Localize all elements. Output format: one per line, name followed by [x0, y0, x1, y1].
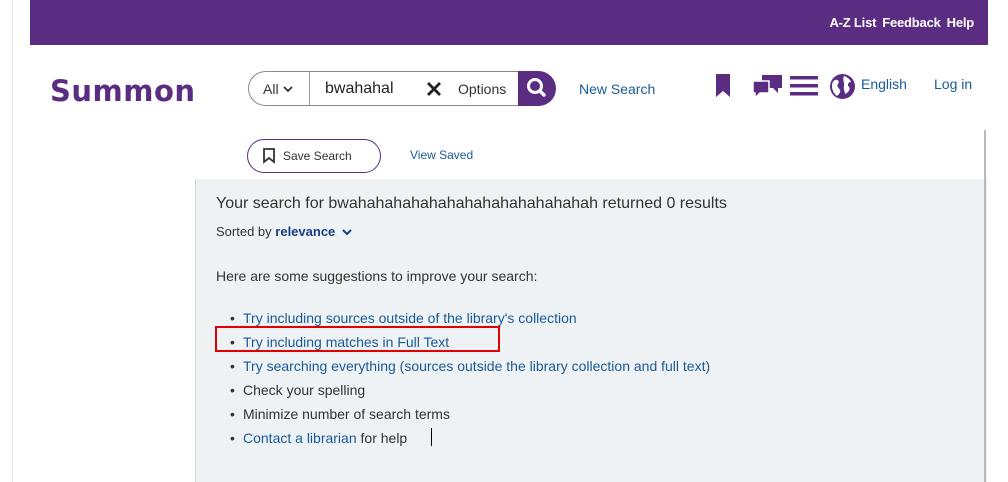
feedback-link[interactable]: Feedback: [882, 15, 941, 30]
language-selector[interactable]: [829, 73, 856, 105]
chat-button[interactable]: [752, 73, 784, 104]
suggestions-intro: Here are some suggestions to improve you…: [216, 268, 538, 284]
suggestion-help-text: for help: [356, 430, 408, 446]
menu-button[interactable]: [790, 75, 818, 102]
list-item: Check your spelling: [230, 378, 710, 402]
bookmark-icon: [716, 74, 730, 97]
suggestion-minimize-text: Minimize number of search terms: [243, 406, 450, 422]
scope-value: All: [263, 81, 279, 97]
summon-logo[interactable]: Summon: [50, 74, 196, 108]
highlight-annotation: [215, 326, 500, 352]
sort-value-dropdown[interactable]: relevance: [275, 224, 335, 239]
sorted-by-label: Sorted by: [216, 224, 272, 239]
scope-divider: [309, 72, 310, 105]
language-label[interactable]: English: [861, 76, 907, 92]
chat-icon: [752, 75, 782, 100]
new-search-link[interactable]: New Search: [579, 81, 655, 97]
left-divider: [12, 0, 13, 482]
suggestion-spelling-text: Check your spelling: [243, 382, 366, 398]
globe-icon: [830, 74, 855, 99]
search-box: All bwahahal Options: [248, 71, 531, 106]
results-summary: Your search for bwahahahahahahahahahahah…: [216, 195, 727, 212]
view-saved-link[interactable]: View Saved: [410, 148, 473, 162]
search-input[interactable]: bwahahal: [325, 80, 394, 98]
az-list-link[interactable]: A-Z List: [829, 15, 876, 30]
clear-search-button[interactable]: [425, 76, 443, 104]
top-utility-bar: A-Z List Feedback Help: [30, 0, 988, 45]
search-button[interactable]: [518, 71, 556, 106]
save-search-label: Save Search: [283, 149, 352, 163]
close-icon: [427, 82, 441, 96]
chevron-down-icon[interactable]: [342, 228, 352, 236]
scope-select[interactable]: All: [263, 81, 293, 97]
search-icon: [527, 78, 546, 97]
contact-librarian-link[interactable]: Contact a librarian: [243, 430, 357, 446]
suggestion-outside-collection-link[interactable]: Try including sources outside of the lib…: [243, 310, 577, 326]
panel-right-border: [984, 130, 986, 482]
utility-links: A-Z List Feedback Help: [829, 15, 974, 30]
text-cursor: [431, 428, 432, 446]
list-item: Try searching everything (sources outsid…: [230, 354, 710, 378]
saved-items-button[interactable]: [713, 73, 733, 104]
options-button[interactable]: Options: [458, 81, 506, 97]
bookmark-outline-icon: [263, 148, 275, 164]
list-item: Minimize number of search terms: [230, 402, 710, 426]
save-search-button[interactable]: Save Search: [247, 139, 381, 173]
login-link[interactable]: Log in: [934, 76, 972, 92]
help-link[interactable]: Help: [947, 15, 975, 30]
sort-control: Sorted by relevance: [216, 224, 352, 239]
chevron-down-icon: [282, 86, 293, 93]
suggestion-search-everything-link[interactable]: Try searching everything (sources outsid…: [243, 358, 710, 374]
list-item: Contact a librarian for help: [230, 426, 710, 450]
menu-icon: [790, 76, 818, 96]
